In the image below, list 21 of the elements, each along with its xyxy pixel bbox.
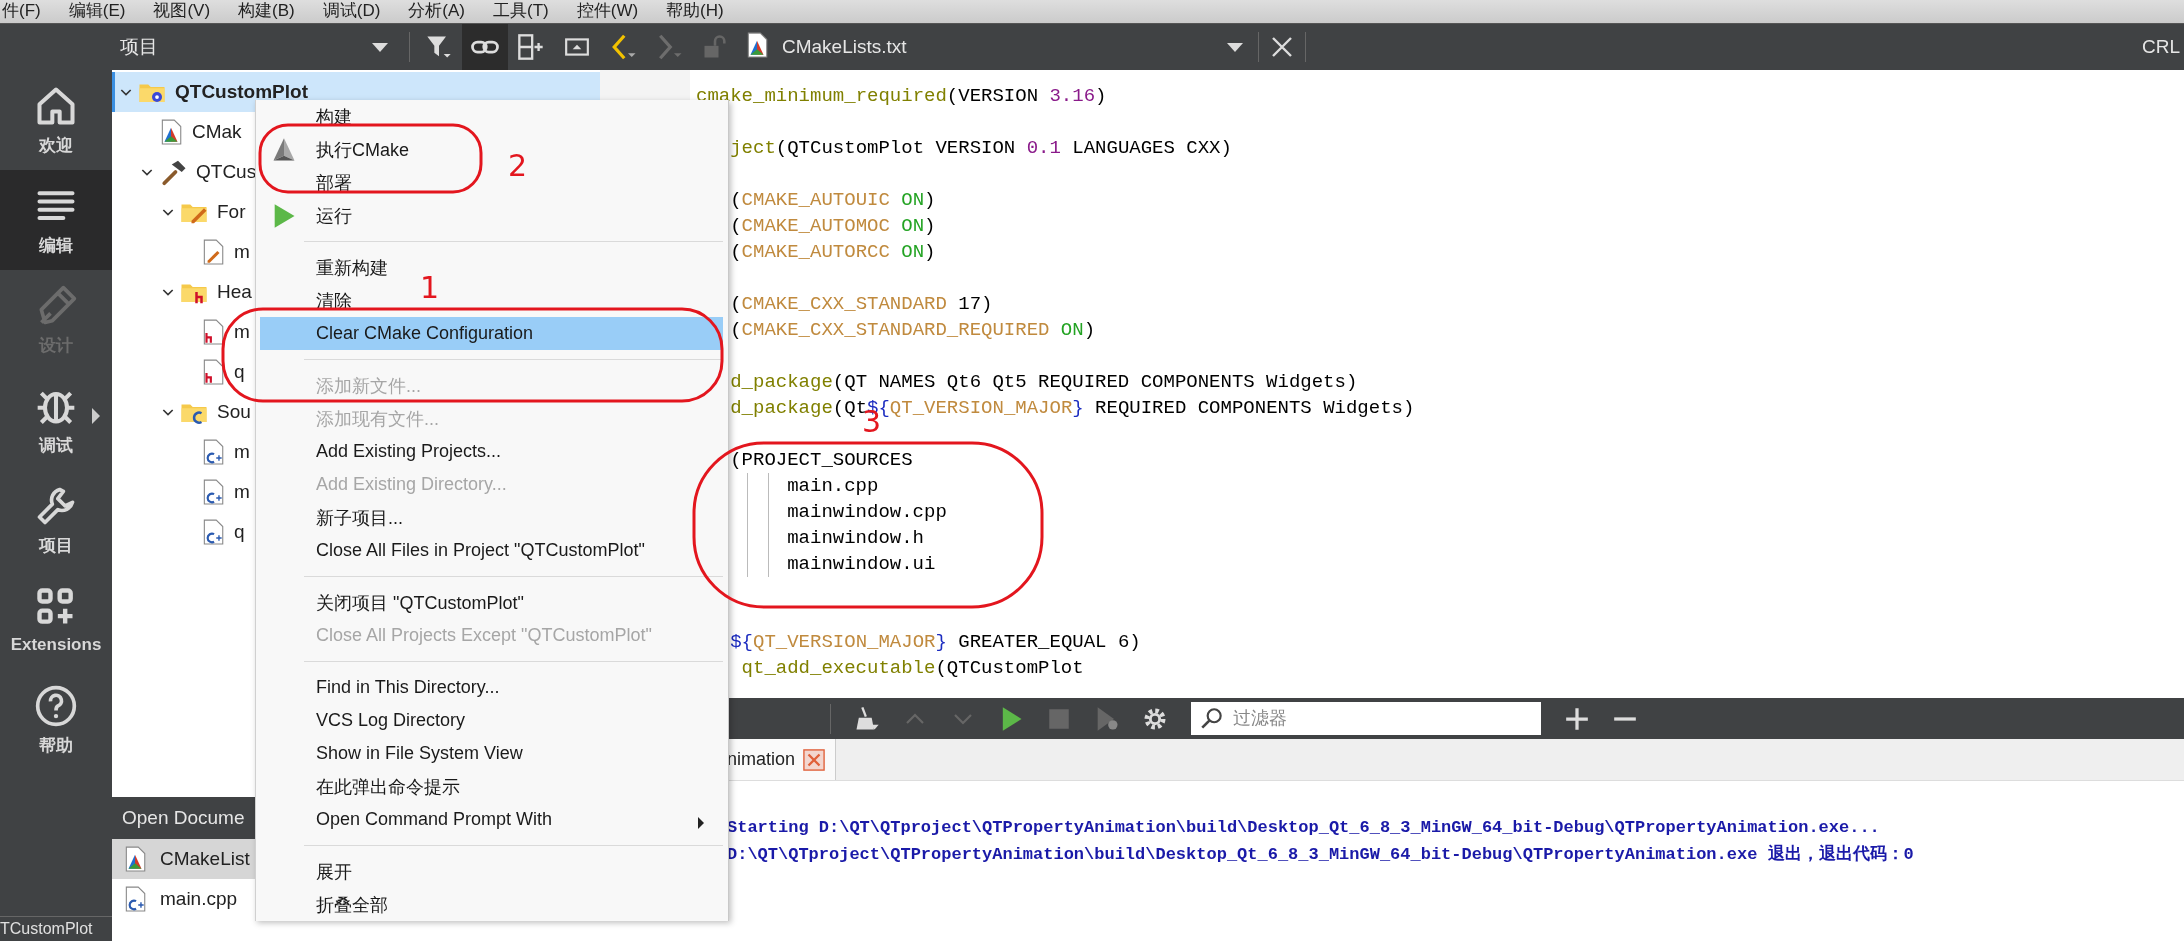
code-line: (CMAKE_CXX_STANDARD 17) [730,292,993,317]
code-line: (CMAKE_AUTORCC ON) [730,240,936,265]
code-line: (CMAKE_AUTOUIC ON) [730,188,936,213]
code-line: cmake_minimum_required(VERSION 3.16) [696,84,1107,109]
code-line: qt_add_executable(QTCustomPlot [741,656,1084,681]
code-line: mainwindow.h [787,526,925,551]
code-line: mainwindow.ui [787,552,936,577]
annotation-number: 1 [420,270,440,305]
file-name: CMakeLists.txt [782,36,907,58]
code-line: d_package(QT NAMES Qt6 Qt5 REQUIRED COMPONENTS Widgets) [730,370,1358,395]
code-line: main.cpp [787,474,879,499]
code-line: (CMAKE_CXX_STANDARD_REQUIRED ON) [730,318,1096,343]
code-line: mainwindow.cpp [787,500,947,525]
output-line: D:\QT\QTproject\QTPropertyAnimation\build\Desktop_Qt_6_8_3_MinGW_64_bit-Debug\QTPropertyAnimation.exe 退出，退出代码：0 [727,843,1914,866]
code-line: (CMAKE_AUTOMOC ON) [730,214,936,239]
annotation-number: 2 [508,148,528,183]
panel-title: 项目 [120,35,158,59]
code-line: ject(QTCustomPlot VERSION 0.1 LANGUAGES CXX) [730,136,1232,161]
code-line: ${QT_VERSION_MAJOR} GREATER_EQUAL 6) [730,630,1141,655]
output-line: Starting D:\QT\QTproject\QTPropertyAnimation\build\Desktop_Qt_6_8_3_MinGW_64_bit-Debug\QTPropertyAnimation.exe... [727,817,1880,839]
code-line: (PROJECT_SOURCES [730,448,913,473]
